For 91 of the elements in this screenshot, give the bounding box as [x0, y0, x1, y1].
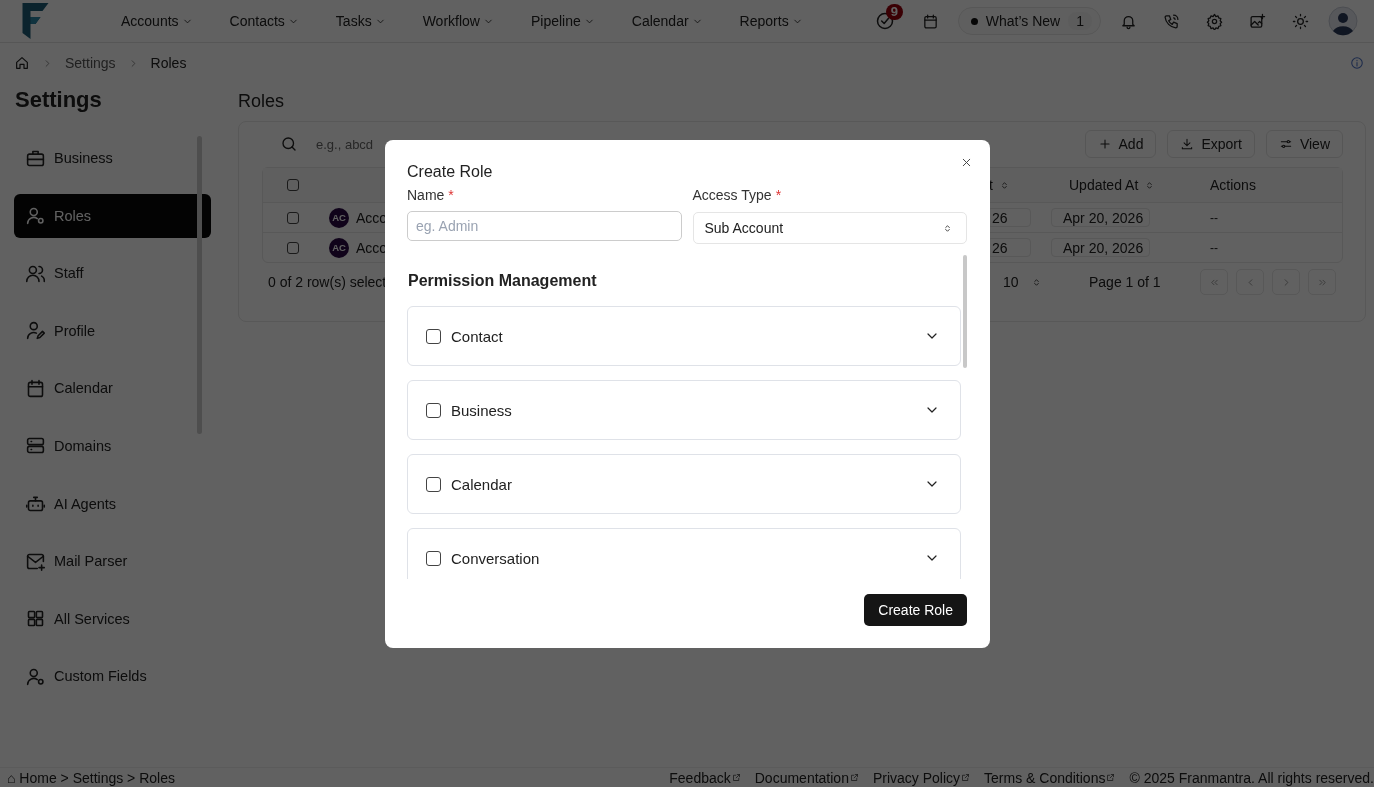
required-mark: *: [448, 187, 454, 205]
footer-breadcrumb[interactable]: ⌂ Home > Settings > Roles: [7, 769, 175, 786]
sidebar-item[interactable]: Profile: [14, 308, 211, 353]
permission-accordion[interactable]: Business: [407, 380, 961, 440]
page-title: Roles: [238, 91, 286, 112]
row-checkbox[interactable]: [287, 241, 299, 254]
permission-checkbox[interactable]: [426, 402, 441, 418]
permission-accordion[interactable]: Conversation: [407, 528, 961, 579]
calendar-icon: [25, 377, 46, 399]
row-checkbox[interactable]: [287, 211, 299, 224]
footer-link[interactable]: Terms & Conditions: [984, 769, 1116, 786]
settings-icon[interactable]: [1206, 12, 1223, 30]
nav-menu-item[interactable]: Workflow: [422, 13, 494, 29]
permission-label: Contact: [451, 327, 503, 345]
permission-checkbox[interactable]: [426, 328, 441, 344]
close-icon[interactable]: [960, 156, 973, 169]
field-label: Access Type: [692, 187, 772, 205]
permission-label: Calendar: [451, 475, 512, 493]
notification-badge: 9: [885, 4, 903, 20]
permission-accordion[interactable]: Calendar: [407, 454, 961, 514]
breadcrumb-link[interactable]: Settings: [65, 55, 116, 71]
sun-icon[interactable]: [1292, 12, 1309, 30]
external-link-icon: [849, 773, 859, 782]
nav-menu-item[interactable]: Calendar: [631, 13, 703, 29]
nav-menu-item[interactable]: Reports: [739, 13, 803, 29]
footer-link[interactable]: Documentation: [754, 769, 859, 786]
avatar-initials: AC: [329, 207, 349, 228]
footer-link[interactable]: Feedback: [669, 769, 741, 786]
external-link-icon: [731, 773, 741, 782]
permission-checkbox[interactable]: [426, 550, 441, 566]
sidebar-item[interactable]: All Services: [14, 596, 211, 641]
actions-menu[interactable]: --: [1210, 240, 1218, 255]
nav-menu-item[interactable]: Pipeline: [530, 13, 595, 29]
sidebar-title: Settings: [15, 87, 103, 113]
whats-new-button[interactable]: What’s New 1: [957, 7, 1101, 35]
scrollbar[interactable]: [963, 255, 967, 368]
access-type-select[interactable]: Sub Account: [692, 212, 967, 244]
table-cell: Apr 20, 2026: [1051, 238, 1151, 257]
toolbar-button[interactable]: View: [1265, 130, 1343, 158]
nav-menu-item[interactable]: Accounts: [121, 13, 193, 29]
avatar-initials: AC: [329, 237, 349, 258]
search-icon: [280, 135, 298, 153]
column-header[interactable]: Updated At: [1069, 177, 1139, 193]
permission-label: Conversation: [451, 549, 540, 567]
sidebar-item[interactable]: Roles: [14, 193, 211, 238]
external-link-icon: [1106, 773, 1116, 782]
breadcrumb-link[interactable]: Roles: [150, 55, 187, 71]
page-indicator: Page 1 of 1: [1089, 274, 1162, 290]
user-avatar[interactable]: [1328, 6, 1358, 36]
info-icon[interactable]: [1350, 56, 1364, 70]
page-size-select[interactable]: 10: [1003, 274, 1089, 290]
footer-link[interactable]: Privacy Policy: [872, 769, 971, 786]
dialog-title: Create Role: [407, 163, 493, 181]
nav-menu-item[interactable]: Contacts: [229, 13, 299, 29]
column-header: Actions: [1210, 177, 1256, 193]
create-role-button[interactable]: Create Role: [864, 594, 967, 626]
download-icon: [1180, 137, 1195, 151]
sidebar-item[interactable]: Domains: [14, 423, 211, 468]
external-link-icon: [961, 773, 971, 782]
sliders-icon: [1278, 137, 1293, 151]
scrollbar[interactable]: [197, 136, 202, 434]
required-mark: *: [775, 187, 782, 205]
phone-icon[interactable]: [1163, 12, 1180, 30]
field-label: Name: [407, 187, 445, 205]
sidebar-item[interactable]: Calendar: [14, 366, 211, 411]
calendar-icon[interactable]: [921, 12, 939, 30]
name-input[interactable]: eg. Admin: [407, 211, 682, 241]
sidebar-item[interactable]: Staff: [14, 251, 211, 296]
sidebar-item[interactable]: Custom Fields: [14, 654, 211, 699]
sidebar-item[interactable]: Mail Parser: [14, 539, 211, 584]
image-icon[interactable]: [1249, 12, 1266, 30]
table-cell: Apr 20, 2026: [1051, 208, 1151, 227]
nav-menu-item[interactable]: Tasks: [335, 13, 386, 29]
toolbar-button[interactable]: Export: [1167, 130, 1255, 158]
plus-icon: [1097, 137, 1112, 151]
toolbar-button[interactable]: Add: [1084, 130, 1157, 158]
permission-checkbox[interactable]: [426, 476, 441, 492]
permission-label: Business: [451, 401, 512, 419]
permission-accordion[interactable]: Contact: [407, 306, 961, 366]
select-all-checkbox[interactable]: [287, 179, 299, 191]
selection-summary: 0 of 2 row(s) select: [267, 274, 387, 290]
status-dot-icon: [970, 17, 978, 25]
home-icon[interactable]: [14, 55, 30, 71]
sidebar-item[interactable]: Business: [14, 136, 211, 180]
logo-icon[interactable]: [22, 3, 49, 39]
user-pen-icon: [25, 320, 46, 342]
sort-icon: [942, 222, 953, 234]
section-title: Permission Management: [408, 272, 598, 290]
sidebar-item[interactable]: AI Agents: [14, 481, 211, 526]
actions-menu[interactable]: --: [1210, 210, 1218, 225]
copyright-text: © 2025 Franmantra. All rights reserved.: [1129, 769, 1374, 786]
